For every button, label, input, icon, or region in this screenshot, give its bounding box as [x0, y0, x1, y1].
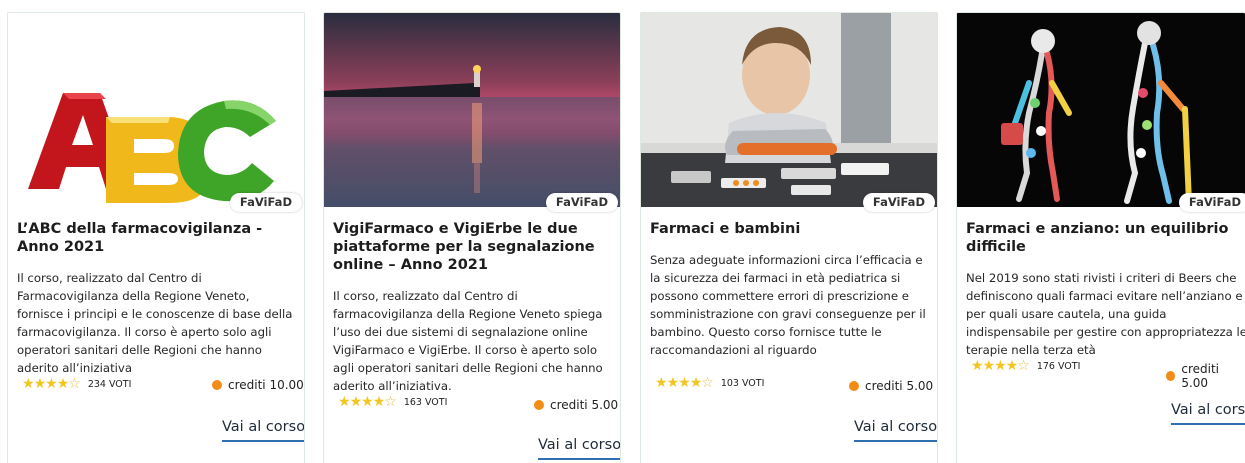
provider-badge: FaViFaD — [862, 193, 935, 212]
course-description: Nel 2019 sono stati rivisti i criteri di… — [966, 271, 1245, 357]
go-to-course-link[interactable]: Vai al corso — [222, 419, 304, 442]
course-card: FaViFaD Farmaci e bambini Senza adeguate… — [640, 12, 938, 463]
course-description: Il corso, realizzato dal Centro di Farma… — [17, 271, 293, 375]
credits-label: crediti 5.00 — [865, 379, 934, 393]
provider-badge: FaViFaD — [1178, 193, 1245, 212]
credit-dot-icon — [1166, 371, 1176, 381]
star-rating-icon: ★ ★ ★ ★ ☆ — [338, 394, 397, 410]
credits: crediti 5.00 — [534, 398, 618, 412]
course-title[interactable]: L’ABC della farmacovigilanza - Anno 2021 — [17, 220, 296, 256]
vote-count: 176 VOTI — [1036, 360, 1081, 372]
course-image-child[interactable] — [641, 13, 937, 207]
credits-label: crediti 5.00 — [550, 398, 619, 412]
star-rating-icon: ★ ★ ★ ★ ☆ — [22, 376, 81, 392]
course-description: Senza adeguate informazioni circa l’effi… — [650, 253, 926, 357]
provider-badge: FaViFaD — [229, 193, 302, 212]
course-card: FaViFaD VigiFarmaco e VigiErbe le due pi… — [323, 12, 621, 463]
course-card: FaViFaD Farmaci e anziano: un equilibrio… — [956, 12, 1245, 463]
credit-dot-icon — [212, 380, 222, 390]
credits: crediti 5.00 — [1166, 362, 1245, 390]
credit-dot-icon — [849, 381, 859, 391]
credits-label: crediti 5.00 — [1181, 362, 1219, 390]
course-description: Il corso, realizzato dal Centro di farma… — [333, 289, 603, 393]
credits-label: crediti 10.00 — [228, 378, 304, 392]
course-image-elderly[interactable] — [957, 13, 1245, 207]
credits: crediti 5.00 — [849, 379, 933, 393]
rating: ★ ★ ★ ★ ☆ 234 VOTI — [22, 377, 131, 391]
course-title[interactable]: VigiFarmaco e VigiErbe le due piattaform… — [333, 220, 612, 274]
go-to-course-link[interactable]: Vai al corso — [854, 419, 937, 442]
course-image-abc[interactable] — [8, 13, 304, 207]
course-title[interactable]: Farmaci e bambini — [650, 220, 929, 238]
go-to-course-link[interactable]: Vai al corso — [538, 437, 620, 460]
course-card: FaViFaD L’ABC della farmacovigilanza - A… — [7, 12, 305, 463]
rating: ★ ★ ★ ★ ☆ 163 VOTI — [338, 395, 447, 409]
course-title[interactable]: Farmaci e anziano: un equilibrio diffici… — [966, 220, 1245, 256]
star-rating-icon: ★ ★ ★ ★ ☆ — [655, 375, 714, 391]
rating: ★ ★ ★ ★ ☆ 176 VOTI — [971, 359, 1080, 373]
vote-count: 103 VOTI — [720, 377, 765, 389]
vote-count: 234 VOTI — [87, 378, 132, 390]
credit-dot-icon — [534, 400, 544, 410]
star-rating-icon: ★ ★ ★ ★ ☆ — [971, 358, 1030, 374]
credits: crediti 10.00 — [212, 378, 304, 392]
go-to-course-link[interactable]: Vai al corso — [1171, 402, 1245, 425]
vote-count: 163 VOTI — [403, 396, 448, 408]
provider-badge: FaViFaD — [545, 193, 618, 212]
course-image-lighthouse[interactable] — [324, 13, 620, 207]
rating: ★ ★ ★ ★ ☆ 103 VOTI — [655, 376, 764, 390]
